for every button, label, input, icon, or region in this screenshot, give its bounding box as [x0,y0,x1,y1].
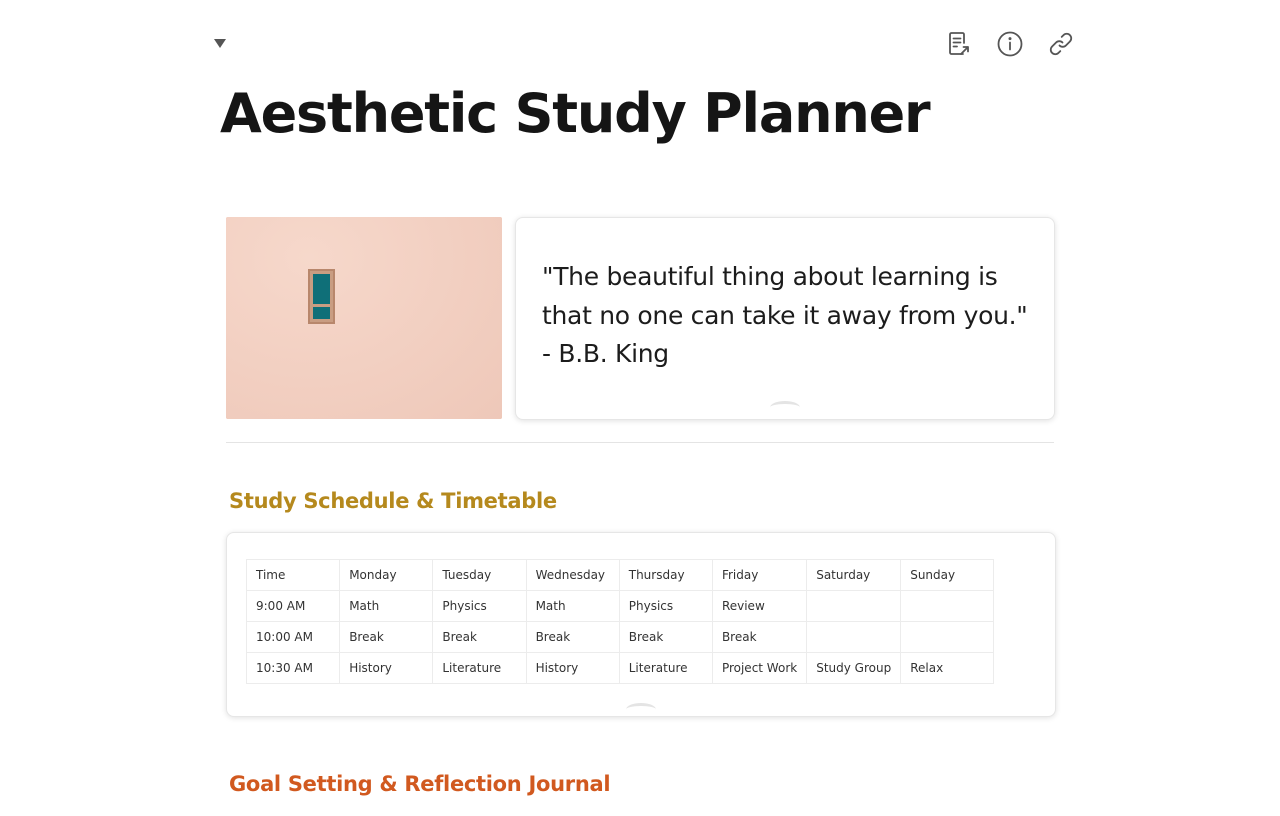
table-cell[interactable]: Break [339,621,434,653]
page-actions [942,27,1077,60]
table-cell[interactable] [900,621,995,653]
table-cell[interactable]: Literature [432,652,527,684]
table-cell[interactable]: Study Group [806,652,902,684]
schedule-card[interactable]: Time Monday Tuesday Wednesday Thursday Friday… [226,532,1056,717]
expand-handle-icon[interactable] [770,399,800,407]
table-cell[interactable]: 10:00 AM [245,621,341,653]
table-cell[interactable]: Break [618,621,713,653]
table-cell[interactable]: History [339,652,434,684]
table-header-cell[interactable]: Tuesday [432,559,527,591]
table-header-cell[interactable]: Saturday [806,559,902,591]
table-cell[interactable]: Project Work [711,652,808,684]
quote-text: "The beautiful thing about learning is t… [542,262,1028,368]
schedule-heading: Study Schedule & Timetable [229,489,557,513]
divider [226,442,1054,443]
collapse-toggle-icon[interactable] [213,37,227,49]
goals-heading: Goal Setting & Reflection Journal [229,772,611,796]
quote-card[interactable]: "The beautiful thing about learning is t… [515,217,1055,420]
table-header-row: Time Monday Tuesday Wednesday Thursday Friday… [245,559,995,591]
table-cell[interactable] [806,590,902,622]
table-cell[interactable]: Literature [618,652,713,684]
table-header-cell[interactable]: Monday [339,559,434,591]
table-header-cell[interactable]: Thursday [618,559,713,591]
table-header-cell[interactable]: Time [245,559,341,591]
link-icon[interactable] [1044,27,1077,60]
table-cell[interactable]: Relax [900,652,995,684]
table-header-cell[interactable]: Sunday [900,559,995,591]
table-cell[interactable]: 10:30 AM [245,652,341,684]
document-share-icon[interactable] [942,27,975,60]
window-illustration [308,269,335,324]
table-row: 10:30 AM History Literature History Literatu… [245,652,995,684]
table-row: 10:00 AM Break Break Break Break Break [245,621,995,653]
table-cell[interactable]: Break [432,621,527,653]
table-cell[interactable]: 9:00 AM [245,590,341,622]
page-title: Aesthetic Study Planner [220,82,931,145]
schedule-table: Time Monday Tuesday Wednesday Thursday Friday… [245,559,995,684]
table-header-cell[interactable]: Wednesday [525,559,620,591]
table-cell[interactable]: Physics [432,590,527,622]
table-cell[interactable]: History [525,652,620,684]
table-header-cell[interactable]: Friday [711,559,808,591]
table-cell[interactable]: Break [525,621,620,653]
table-row: 9:00 AM Math Physics Math Physics Review [245,590,995,622]
hero-image [226,217,502,419]
table-cell[interactable] [900,590,995,622]
table-cell[interactable] [806,621,902,653]
table-cell[interactable]: Break [711,621,808,653]
table-cell[interactable]: Math [339,590,434,622]
table-cell[interactable]: Physics [618,590,713,622]
table-cell[interactable]: Review [711,590,808,622]
table-cell[interactable]: Math [525,590,620,622]
info-icon[interactable] [993,27,1026,60]
expand-handle-icon[interactable] [626,701,656,709]
